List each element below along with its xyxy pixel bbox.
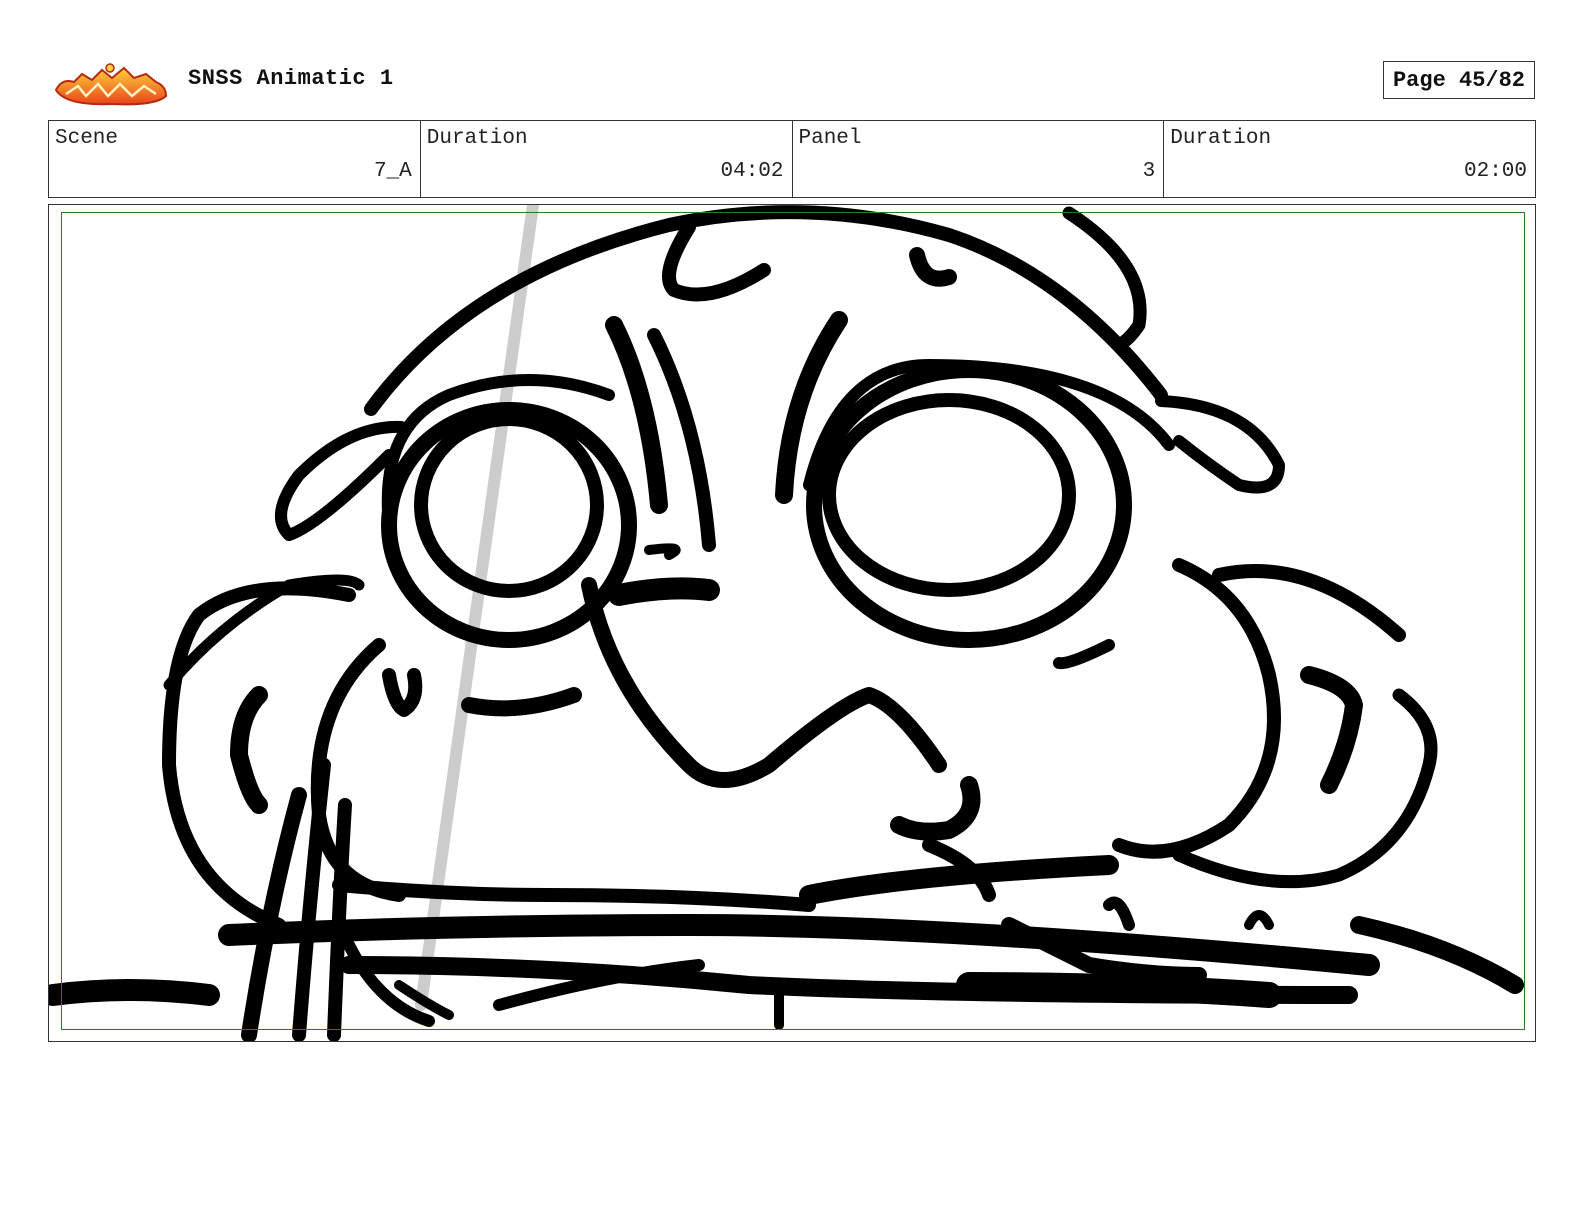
scene-duration-label: Duration: [426, 127, 528, 150]
safe-area-frame: [61, 212, 1525, 1030]
page-indicator: Page 45/82: [1383, 61, 1535, 99]
storyboard-panel: [48, 204, 1536, 1042]
scene-duration-cell: Duration 04:02: [421, 121, 793, 197]
panel-label: Panel: [798, 127, 862, 150]
scene-info-table: Scene 7_A Duration 04:02 Panel 3 Duratio…: [48, 120, 1536, 198]
scene-cell: Scene 7_A: [49, 121, 421, 197]
scene-label: Scene: [55, 127, 119, 150]
scene-value: 7_A: [373, 160, 412, 183]
panel-duration-label: Duration: [1170, 127, 1272, 150]
document-title: SNSS Animatic 1: [188, 66, 394, 91]
panel-cell: Panel 3: [793, 121, 1165, 197]
panel-duration-cell: Duration 02:00: [1164, 121, 1535, 197]
scene-duration-value: 04:02: [720, 160, 784, 183]
panel-value: 3: [1142, 160, 1156, 183]
sir-fairy-logo-icon: [54, 63, 168, 106]
panel-duration-value: 02:00: [1463, 160, 1527, 183]
